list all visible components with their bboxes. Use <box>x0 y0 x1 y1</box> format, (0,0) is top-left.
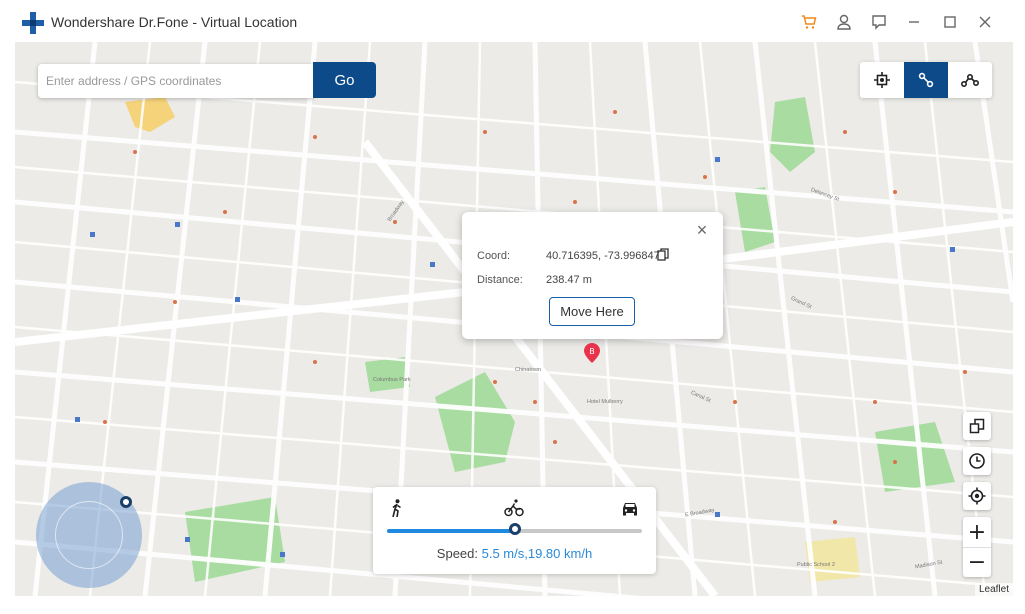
popup-close-icon[interactable]: × <box>695 221 709 239</box>
car-icon[interactable] <box>621 500 639 516</box>
history-icon <box>969 453 985 469</box>
account-icon[interactable] <box>834 12 854 32</box>
close-icon[interactable] <box>975 12 995 32</box>
window-title: Wondershare Dr.Fone - Virtual Location <box>51 14 298 30</box>
speed-panel: Speed: 5.5 m/s,19.80 km/h <box>373 487 656 574</box>
go-button[interactable]: Go <box>313 62 376 98</box>
drfone-logo-icon <box>22 12 44 34</box>
teleport-icon <box>874 72 890 88</box>
coord-value: 40.716395, -73.996847 <box>546 250 660 262</box>
marker-label: B <box>589 347 595 356</box>
locate-button[interactable] <box>963 482 991 510</box>
multi-spot-mode-button[interactable] <box>948 62 992 98</box>
speed-slider-fill <box>387 529 515 533</box>
search-box <box>38 64 314 98</box>
zoom-in-button[interactable]: + <box>963 517 991 547</box>
multi-spot-route-icon <box>961 73 979 87</box>
copy-icon[interactable] <box>657 248 669 261</box>
locate-icon <box>968 487 986 505</box>
map-label: Hotel Mulberry <box>587 399 623 405</box>
speed-value: 5.5 m/s,19.80 km/h <box>481 546 593 561</box>
minimize-icon[interactable] <box>904 12 924 32</box>
coord-label: Coord: <box>477 250 511 262</box>
search-input[interactable] <box>38 64 314 98</box>
map-view[interactable]: Broadway Canal St Grand St Delancey St C… <box>15 42 1013 596</box>
speed-readout: Speed: 5.5 m/s,19.80 km/h <box>373 546 656 561</box>
map-type-icon <box>969 418 985 434</box>
teleport-mode-button[interactable] <box>860 62 904 98</box>
feedback-icon[interactable] <box>869 12 889 32</box>
map-label: Columbus Park <box>373 377 411 383</box>
map-label: Chinatown <box>515 367 541 373</box>
destination-marker-icon[interactable]: B <box>584 343 600 363</box>
map-type-button[interactable] <box>963 412 991 440</box>
map-attribution[interactable]: Leaflet <box>974 583 1013 596</box>
location-popup: × Coord: 40.716395, -73.996847 Distance:… <box>462 212 723 339</box>
map-label: Public School 2 <box>797 562 835 568</box>
walk-icon[interactable] <box>390 499 404 517</box>
history-button[interactable] <box>963 447 991 475</box>
zoom-control: + − <box>963 517 991 577</box>
app-window: Wondershare Dr.Fone - Virtual Location B… <box>0 0 1025 614</box>
zoom-out-button[interactable]: − <box>963 547 991 577</box>
speed-label: Speed: <box>436 546 478 561</box>
distance-value: 238.47 m <box>546 274 592 286</box>
bike-icon[interactable] <box>504 499 524 517</box>
two-spot-mode-button[interactable] <box>904 62 948 98</box>
title-bar: Wondershare Dr.Fone - Virtual Location <box>0 0 1025 42</box>
two-spot-route-icon <box>918 72 934 88</box>
mode-toolbar <box>860 62 992 98</box>
distance-label: Distance: <box>477 274 523 286</box>
speed-slider-handle[interactable] <box>508 523 521 535</box>
cart-icon[interactable] <box>799 12 819 32</box>
joystick-inner-ring <box>55 501 123 569</box>
maximize-icon[interactable] <box>940 12 960 32</box>
move-here-button[interactable]: Move Here <box>549 297 635 326</box>
joystick-handle[interactable] <box>120 496 132 508</box>
